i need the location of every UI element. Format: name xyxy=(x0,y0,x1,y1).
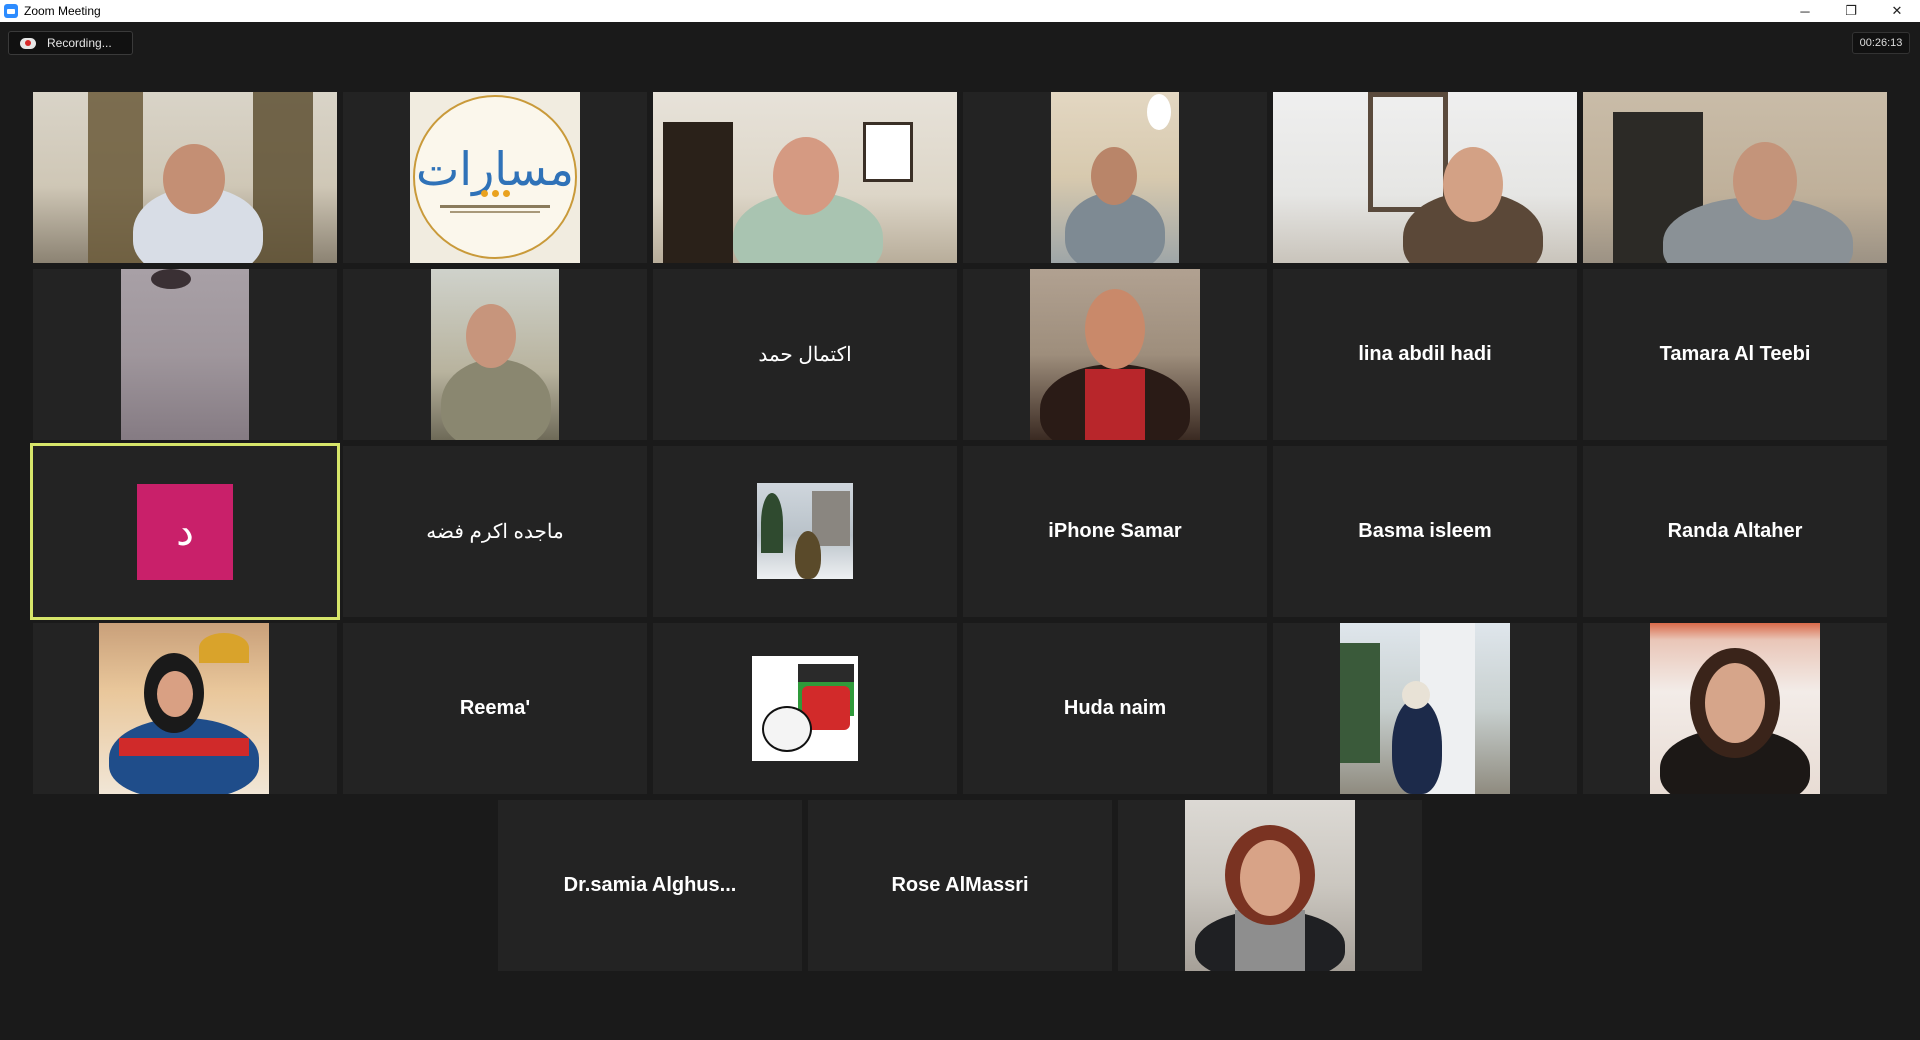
participant-tile-video-6[interactable] xyxy=(1583,92,1887,263)
participant-video xyxy=(33,92,337,263)
participant-tile-active-speaker[interactable]: د xyxy=(30,443,340,620)
participant-name: Huda naim xyxy=(1063,697,1167,719)
cloud-record-icon xyxy=(20,37,36,49)
restore-button[interactable]: ❐ xyxy=(1828,0,1874,22)
participant-tile-video-4[interactable] xyxy=(963,92,1267,263)
participant-video xyxy=(1273,92,1577,263)
participant-video xyxy=(1340,623,1510,794)
meeting-timer: 00:26:13 xyxy=(1852,32,1910,54)
participant-tile-r3c2[interactable]: ماجده اكرم فضه xyxy=(343,446,647,617)
participant-tile-video-24[interactable] xyxy=(1583,623,1887,794)
organization-logo-icon: ﻣﺴﺎﺭﺍﺕ xyxy=(413,95,577,259)
participant-tile-r2c6[interactable]: Tamara Al Teebi xyxy=(1583,269,1887,440)
participant-tile-r3c4[interactable]: iPhone Samar xyxy=(963,446,1267,617)
participant-tile-r2c5[interactable]: lina abdil hadi xyxy=(1273,269,1577,440)
participant-tile-photo-21[interactable] xyxy=(653,623,957,794)
participant-tile-video-19[interactable] xyxy=(33,623,337,794)
participant-tile-r3c6[interactable]: Randa Altaher xyxy=(1583,446,1887,617)
participant-tile-r4c4[interactable]: Huda naim xyxy=(963,623,1267,794)
participant-name: Basma isleem xyxy=(1358,520,1492,542)
participant-tile-video-7[interactable] xyxy=(33,269,337,440)
participant-tile-video-8[interactable] xyxy=(343,269,647,440)
participant-video xyxy=(1650,623,1820,794)
participant-tile-video-5[interactable] xyxy=(1273,92,1577,263)
minimize-button[interactable]: ─ xyxy=(1782,0,1828,22)
participant-profile-photo xyxy=(752,656,858,761)
zoom-app-icon xyxy=(4,4,18,18)
recording-indicator[interactable]: Recording... xyxy=(8,31,133,55)
participant-tile-r4c2[interactable]: Reema' xyxy=(343,623,647,794)
participant-video xyxy=(1185,800,1355,971)
participant-tile-logo[interactable]: ﻣﺴﺎﺭﺍﺕ xyxy=(343,92,647,263)
masarat-logo: ﻣﺴﺎﺭﺍﺕ xyxy=(410,92,580,263)
participant-tile-video-1[interactable] xyxy=(33,92,337,263)
participant-name: lina abdil hadi xyxy=(1358,343,1492,365)
participant-name: iPhone Samar xyxy=(1048,520,1182,542)
participant-name: ماجده اكرم فضه xyxy=(426,521,564,543)
participant-name: Tamara Al Teebi xyxy=(1659,343,1811,365)
participant-tile-r5c1[interactable]: Dr.samia Alghus... xyxy=(498,800,802,971)
participant-tile-photo-3[interactable] xyxy=(653,446,957,617)
window-title: Zoom Meeting xyxy=(24,4,101,18)
window-titlebar: Zoom Meeting ─ ❐ ✕ xyxy=(0,0,1920,22)
participant-video xyxy=(1583,92,1887,263)
participant-tile-video-23[interactable] xyxy=(1273,623,1577,794)
participant-tile-video-3[interactable] xyxy=(653,92,957,263)
recording-label: Recording... xyxy=(47,36,112,50)
participant-tile-r3c5[interactable]: Basma isleem xyxy=(1273,446,1577,617)
participant-profile-photo xyxy=(757,483,853,579)
participant-name: اكتمال حمد xyxy=(758,344,852,366)
window-controls: ─ ❐ ✕ xyxy=(1782,0,1920,22)
participant-name: Reema' xyxy=(459,697,531,719)
participant-video xyxy=(1030,269,1200,440)
participant-tile-video-10[interactable] xyxy=(963,269,1267,440)
participant-tile-r2c3[interactable]: اكتمال حمد xyxy=(653,269,957,440)
participant-video xyxy=(1051,92,1179,263)
participant-tile-r5c2[interactable]: Rose AlMassri xyxy=(808,800,1112,971)
close-button[interactable]: ✕ xyxy=(1874,0,1920,22)
participant-avatar: د xyxy=(137,483,233,580)
participant-video xyxy=(121,269,249,440)
participant-video xyxy=(99,623,269,794)
participant-name: Dr.samia Alghus... xyxy=(563,874,737,896)
participant-video xyxy=(431,269,559,440)
participant-video xyxy=(653,92,957,263)
participant-name: Rose AlMassri xyxy=(891,874,1029,896)
participant-name: Randa Altaher xyxy=(1667,520,1803,542)
participant-tile-video-27[interactable] xyxy=(1118,800,1422,971)
